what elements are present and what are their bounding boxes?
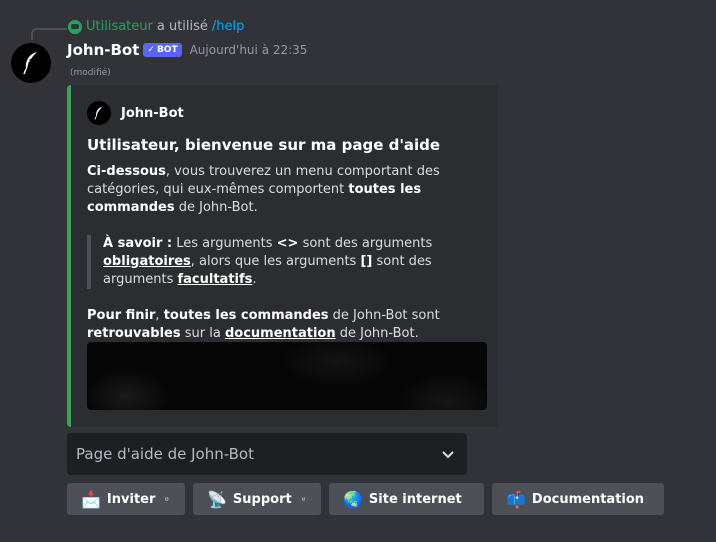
support-button-label: Support: [232, 491, 292, 507]
satellite-antenna-icon: 📡: [207, 489, 227, 509]
external-link-icon: [302, 497, 305, 501]
text: , alors que les arguments: [190, 254, 361, 269]
embed-image[interactable]: [87, 342, 487, 410]
embed-author: John-Bot: [87, 101, 184, 125]
invite-button[interactable]: 📩 Inviter: [67, 483, 185, 515]
embed-author-name: John-Bot: [121, 105, 184, 121]
text: ,: [155, 308, 164, 323]
bold-text: toutes les commandes: [163, 308, 329, 323]
bold-text: Ci-dessous: [87, 164, 166, 179]
paragraph-outro: Pour finir, toutes les commandes de John…: [87, 307, 487, 343]
bot-tag-label: BOT: [156, 45, 178, 55]
bold-text: <>: [276, 236, 299, 251]
support-button[interactable]: 📡 Support: [193, 483, 321, 515]
underlined-text: obligatoires: [103, 254, 191, 269]
bold-text: Pour finir: [87, 308, 156, 323]
embed-description: Ci-dessous, vous trouverez un menu compo…: [87, 163, 487, 343]
reply-action: a utilisé: [156, 19, 208, 34]
embed-title: Utilisateur, bienvenue sur ma page d'aid…: [87, 136, 441, 154]
embed: John-Bot Utilisateur, bienvenue sur ma p…: [67, 85, 498, 427]
reply-command[interactable]: /help: [212, 19, 244, 34]
reply-context[interactable]: Utilisateur a utilisé /help: [68, 19, 244, 34]
website-button-label: Site internet: [368, 491, 462, 507]
discord-icon: [68, 19, 82, 34]
bold-text: []: [360, 254, 373, 269]
paragraph-intro: Ci-dessous, vous trouverez un menu compo…: [87, 163, 487, 217]
blockquote: À savoir : Les arguments <> sont des arg…: [87, 235, 487, 289]
globe-icon: 🌏: [343, 489, 363, 509]
embed-author-avatar: [87, 101, 111, 125]
text: .: [252, 272, 257, 287]
text: sur la: [180, 326, 225, 341]
underlined-text: facultatifs: [177, 272, 253, 287]
author-name[interactable]: John-Bot: [67, 41, 139, 59]
text: de John-Bot sont: [328, 308, 440, 323]
message-header: John-Bot ✓ BOT Aujourd'hui à 22:35: [67, 41, 307, 59]
select-placeholder: Page d'aide de John-Bot: [76, 445, 254, 463]
documentation-button-label: Documentation: [531, 491, 645, 507]
verified-check-icon: ✓: [147, 45, 155, 55]
timestamp: Aujourd'hui à 22:35: [189, 43, 308, 57]
chevron-down-icon: [442, 451, 454, 459]
invite-button-label: Inviter: [106, 491, 156, 507]
help-select-menu[interactable]: Page d'aide de John-Bot: [67, 433, 467, 475]
feather-icon: [94, 106, 103, 120]
text: sont des arguments: [298, 236, 433, 251]
external-link-icon: [165, 497, 169, 501]
reply-username[interactable]: Utilisateur: [86, 19, 153, 34]
reply-connector: [31, 28, 67, 40]
text: Les arguments: [172, 236, 277, 251]
bot-tag: ✓ BOT: [143, 43, 182, 57]
incoming-envelope-icon: 📩: [81, 489, 101, 509]
feather-icon: [23, 52, 37, 75]
documentation-text: documentation: [224, 326, 336, 341]
website-button[interactable]: 🌏 Site internet: [329, 483, 484, 515]
avatar[interactable]: [11, 43, 51, 83]
documentation-button[interactable]: 📫 Documentation: [492, 483, 664, 515]
bold-text: retrouvables: [87, 326, 181, 341]
text: de John-Bot.: [174, 200, 258, 215]
bold-text: À savoir :: [103, 236, 173, 251]
text: de John-Bot.: [335, 326, 419, 341]
mailbox-icon: 📫: [506, 489, 526, 509]
edited-label: (modifié): [70, 68, 111, 78]
